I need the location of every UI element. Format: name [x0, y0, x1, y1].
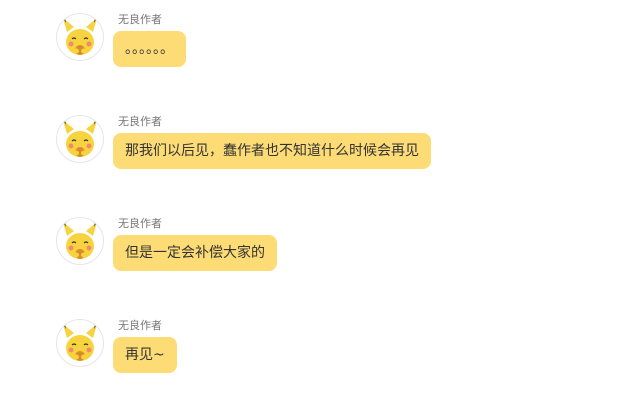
- message-bubble: 那我们以后见，蠢作者也不知道什么时候会再见: [113, 133, 431, 169]
- pikachu-avatar-icon[interactable]: [56, 319, 104, 367]
- message-bubble: 再见~: [113, 337, 177, 373]
- message-bubble: 但是一定会补偿大家的: [113, 235, 277, 271]
- chat-message: 无良作者 。。。。。。: [56, 13, 616, 73]
- sender-name: 无良作者: [118, 319, 162, 332]
- sender-name: 无良作者: [118, 13, 162, 26]
- chat-window: 无良作者 。。。。。。 无良作者 那我们以后见，蠢作者也不知道什么时候会再见 无…: [0, 0, 640, 415]
- pikachu-avatar-icon[interactable]: [56, 115, 104, 163]
- pikachu-avatar-icon[interactable]: [56, 13, 104, 61]
- chat-message: 无良作者 那我们以后见，蠢作者也不知道什么时候会再见: [56, 115, 616, 175]
- chat-message: 无良作者 再见~: [56, 319, 616, 379]
- chat-message: 无良作者 但是一定会补偿大家的: [56, 217, 616, 277]
- sender-name: 无良作者: [118, 217, 162, 230]
- sender-name: 无良作者: [118, 115, 162, 128]
- pikachu-avatar-icon[interactable]: [56, 217, 104, 265]
- message-bubble: 。。。。。。: [113, 31, 186, 67]
